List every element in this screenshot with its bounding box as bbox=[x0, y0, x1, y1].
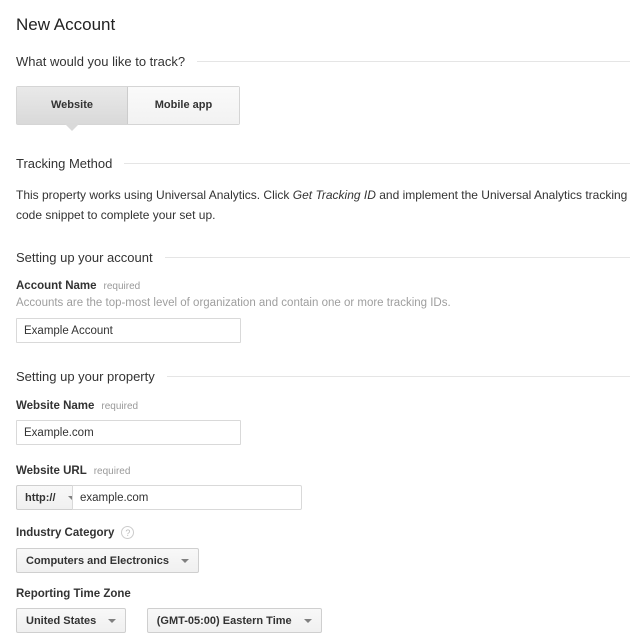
website-name-label-text: Website Name bbox=[16, 400, 94, 412]
account-name-input[interactable] bbox=[16, 318, 241, 343]
industry-category-label: Industry Category ? bbox=[16, 526, 630, 539]
country-dropdown[interactable]: United States bbox=[16, 608, 126, 633]
account-section-heading-text: Setting up your account bbox=[16, 250, 153, 265]
track-section-heading: What would you like to track? bbox=[16, 54, 630, 69]
website-url-row: http:// bbox=[16, 485, 630, 510]
time-zone-row: United States (GMT-05:00) Eastern Time bbox=[16, 608, 630, 633]
account-name-required-badge: required bbox=[104, 280, 141, 292]
website-url-input[interactable] bbox=[72, 485, 302, 510]
website-name-input[interactable] bbox=[16, 420, 241, 445]
caret-down-icon bbox=[181, 559, 189, 563]
tab-website[interactable]: Website bbox=[17, 87, 128, 124]
timezone-value: (GMT-05:00) Eastern Time bbox=[157, 615, 292, 627]
tracking-method-heading-text: Tracking Method bbox=[16, 156, 112, 171]
tracking-method-heading: Tracking Method bbox=[16, 156, 630, 171]
account-section-heading: Setting up your account bbox=[16, 250, 630, 265]
account-name-help-text: Accounts are the top-most level of organ… bbox=[16, 297, 630, 309]
divider bbox=[124, 163, 630, 164]
new-account-page: New Account What would you like to track… bbox=[0, 0, 640, 633]
track-heading-text: What would you like to track? bbox=[16, 54, 185, 69]
url-protocol-value: http:// bbox=[25, 492, 56, 504]
website-url-required-badge: required bbox=[94, 465, 131, 477]
website-name-label: Website Name required bbox=[16, 400, 630, 412]
divider bbox=[167, 376, 630, 377]
industry-category-dropdown[interactable]: Computers and Electronics bbox=[16, 548, 199, 573]
timezone-dropdown[interactable]: (GMT-05:00) Eastern Time bbox=[147, 608, 322, 633]
website-url-label-text: Website URL bbox=[16, 465, 87, 477]
industry-category-value: Computers and Electronics bbox=[26, 555, 169, 567]
divider bbox=[165, 257, 630, 258]
caret-down-icon bbox=[108, 619, 116, 623]
page-title: New Account bbox=[16, 15, 630, 35]
description-text-before: This property works using Universal Anal… bbox=[16, 188, 293, 202]
tracking-method-description: This property works using Universal Anal… bbox=[16, 185, 630, 225]
account-name-label: Account Name required bbox=[16, 280, 630, 292]
help-question-icon[interactable]: ? bbox=[121, 526, 134, 539]
property-section-heading-text: Setting up your property bbox=[16, 369, 155, 384]
reporting-time-zone-label-text: Reporting Time Zone bbox=[16, 588, 131, 600]
country-value: United States bbox=[26, 615, 96, 627]
industry-category-label-text: Industry Category bbox=[16, 527, 114, 539]
account-name-label-text: Account Name bbox=[16, 280, 97, 292]
tab-mobile-app[interactable]: Mobile app bbox=[128, 87, 239, 124]
website-name-required-badge: required bbox=[101, 400, 138, 412]
get-tracking-id-emphasis: Get Tracking ID bbox=[293, 188, 376, 202]
property-section-heading: Setting up your property bbox=[16, 369, 630, 384]
caret-down-icon bbox=[304, 619, 312, 623]
url-protocol-dropdown[interactable]: http:// bbox=[16, 485, 73, 510]
divider bbox=[197, 61, 630, 62]
reporting-time-zone-label: Reporting Time Zone bbox=[16, 588, 630, 600]
track-type-tab-group: Website Mobile app bbox=[16, 86, 240, 125]
website-url-label: Website URL required bbox=[16, 465, 630, 477]
